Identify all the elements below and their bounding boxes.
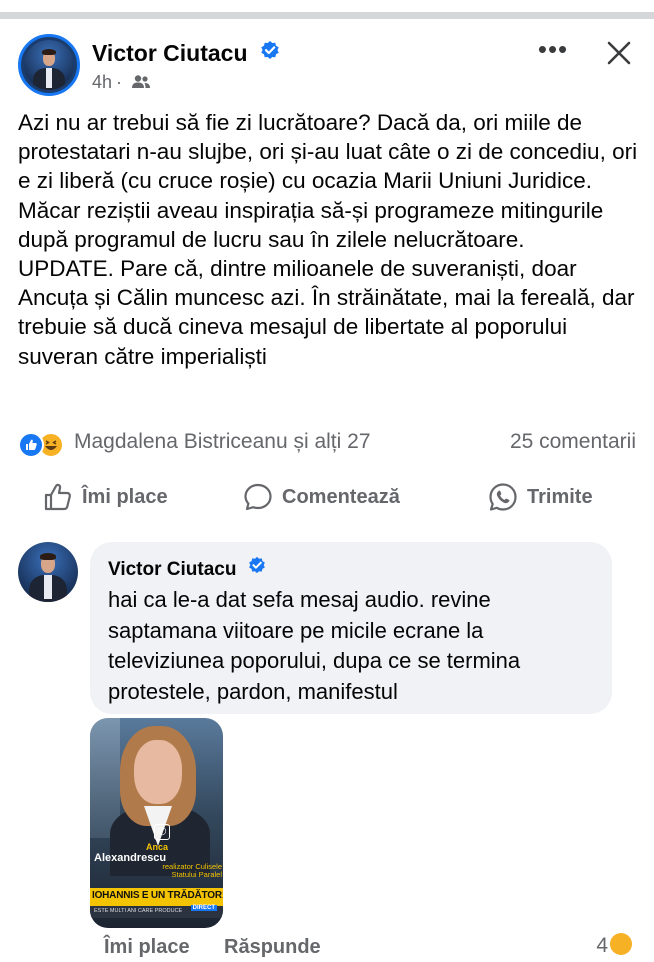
reaction-names[interactable]: Magdalena Bistriceanu și alți 27: [74, 430, 371, 454]
comment-text: hai ca le-a dat sefa mesaj audio. revine…: [108, 587, 521, 704]
comment-button[interactable]: Comentează: [242, 480, 400, 514]
whatsapp-icon: [489, 483, 517, 511]
verified-badge-icon: [260, 39, 280, 66]
close-icon[interactable]: [604, 38, 634, 68]
comment-attached-image[interactable]: ✆ Anca Alexandrescu realizator Culisele …: [90, 718, 223, 928]
comment-reaction-number[interactable]: 4: [596, 934, 608, 957]
image-ticker-text: ESTE MULTI ANI CARE PRODUCE: [94, 908, 183, 914]
comment-bubble-icon: [244, 483, 272, 511]
post-text: Azi nu ar trebui să fie zi lucrătoare? D…: [18, 110, 638, 369]
meta-separator: ·: [116, 72, 123, 92]
comment-count[interactable]: 25 comentarii: [510, 430, 636, 454]
image-caption-subtitle: realizator Culisele Statului Paralel: [162, 862, 222, 879]
top-divider: [0, 12, 654, 19]
post-actions: Îmi place Comentează Trimite: [0, 474, 654, 520]
image-banner-text: IOHANNIS E UN TRĂDĂTOR!: [92, 890, 223, 901]
author-name-text[interactable]: Victor Ciutacu: [92, 40, 248, 66]
post-time[interactable]: 4h: [92, 72, 112, 92]
more-options-button[interactable]: •••: [536, 36, 570, 68]
author-name[interactable]: Victor Ciutacu: [92, 40, 280, 68]
phone-icon: ✆: [154, 824, 170, 840]
comment-reaction-count[interactable]: 4: [596, 933, 632, 958]
comment-author[interactable]: Victor Ciutacu: [108, 556, 266, 582]
comment-like-button[interactable]: Îmi place: [104, 936, 190, 959]
post-meta: 4h ·: [92, 72, 151, 93]
like-button-label[interactable]: Îmi place: [82, 486, 168, 509]
thumbs-up-icon: [44, 483, 71, 511]
friends-icon: [126, 72, 151, 92]
reaction-icons[interactable]: [18, 430, 68, 458]
like-reaction-icon: [18, 432, 44, 458]
post-header: Victor Ciutacu 4h · •••: [18, 34, 638, 98]
comment-author-text[interactable]: Victor Ciutacu: [108, 559, 236, 580]
share-button-label[interactable]: Trimite: [527, 486, 593, 509]
author-avatar[interactable]: [18, 34, 80, 96]
verified-badge-icon: [248, 556, 266, 580]
image-caption-first-name: Anca: [146, 842, 169, 852]
image-live-badge: DIRECT: [190, 905, 217, 911]
comment-button-label[interactable]: Comentează: [282, 486, 400, 509]
comment-reply-button[interactable]: Răspunde: [224, 936, 321, 959]
share-button[interactable]: Trimite: [487, 480, 593, 514]
reactions-row[interactable]: Magdalena Bistriceanu și alți 27 25 come…: [18, 428, 636, 458]
haha-reaction-icon: [610, 933, 632, 956]
comment-bubble[interactable]: Victor Ciutacu hai ca le-a dat sefa mesa…: [90, 542, 612, 714]
like-button[interactable]: Îmi place: [42, 480, 168, 514]
commenter-avatar[interactable]: [18, 542, 78, 602]
